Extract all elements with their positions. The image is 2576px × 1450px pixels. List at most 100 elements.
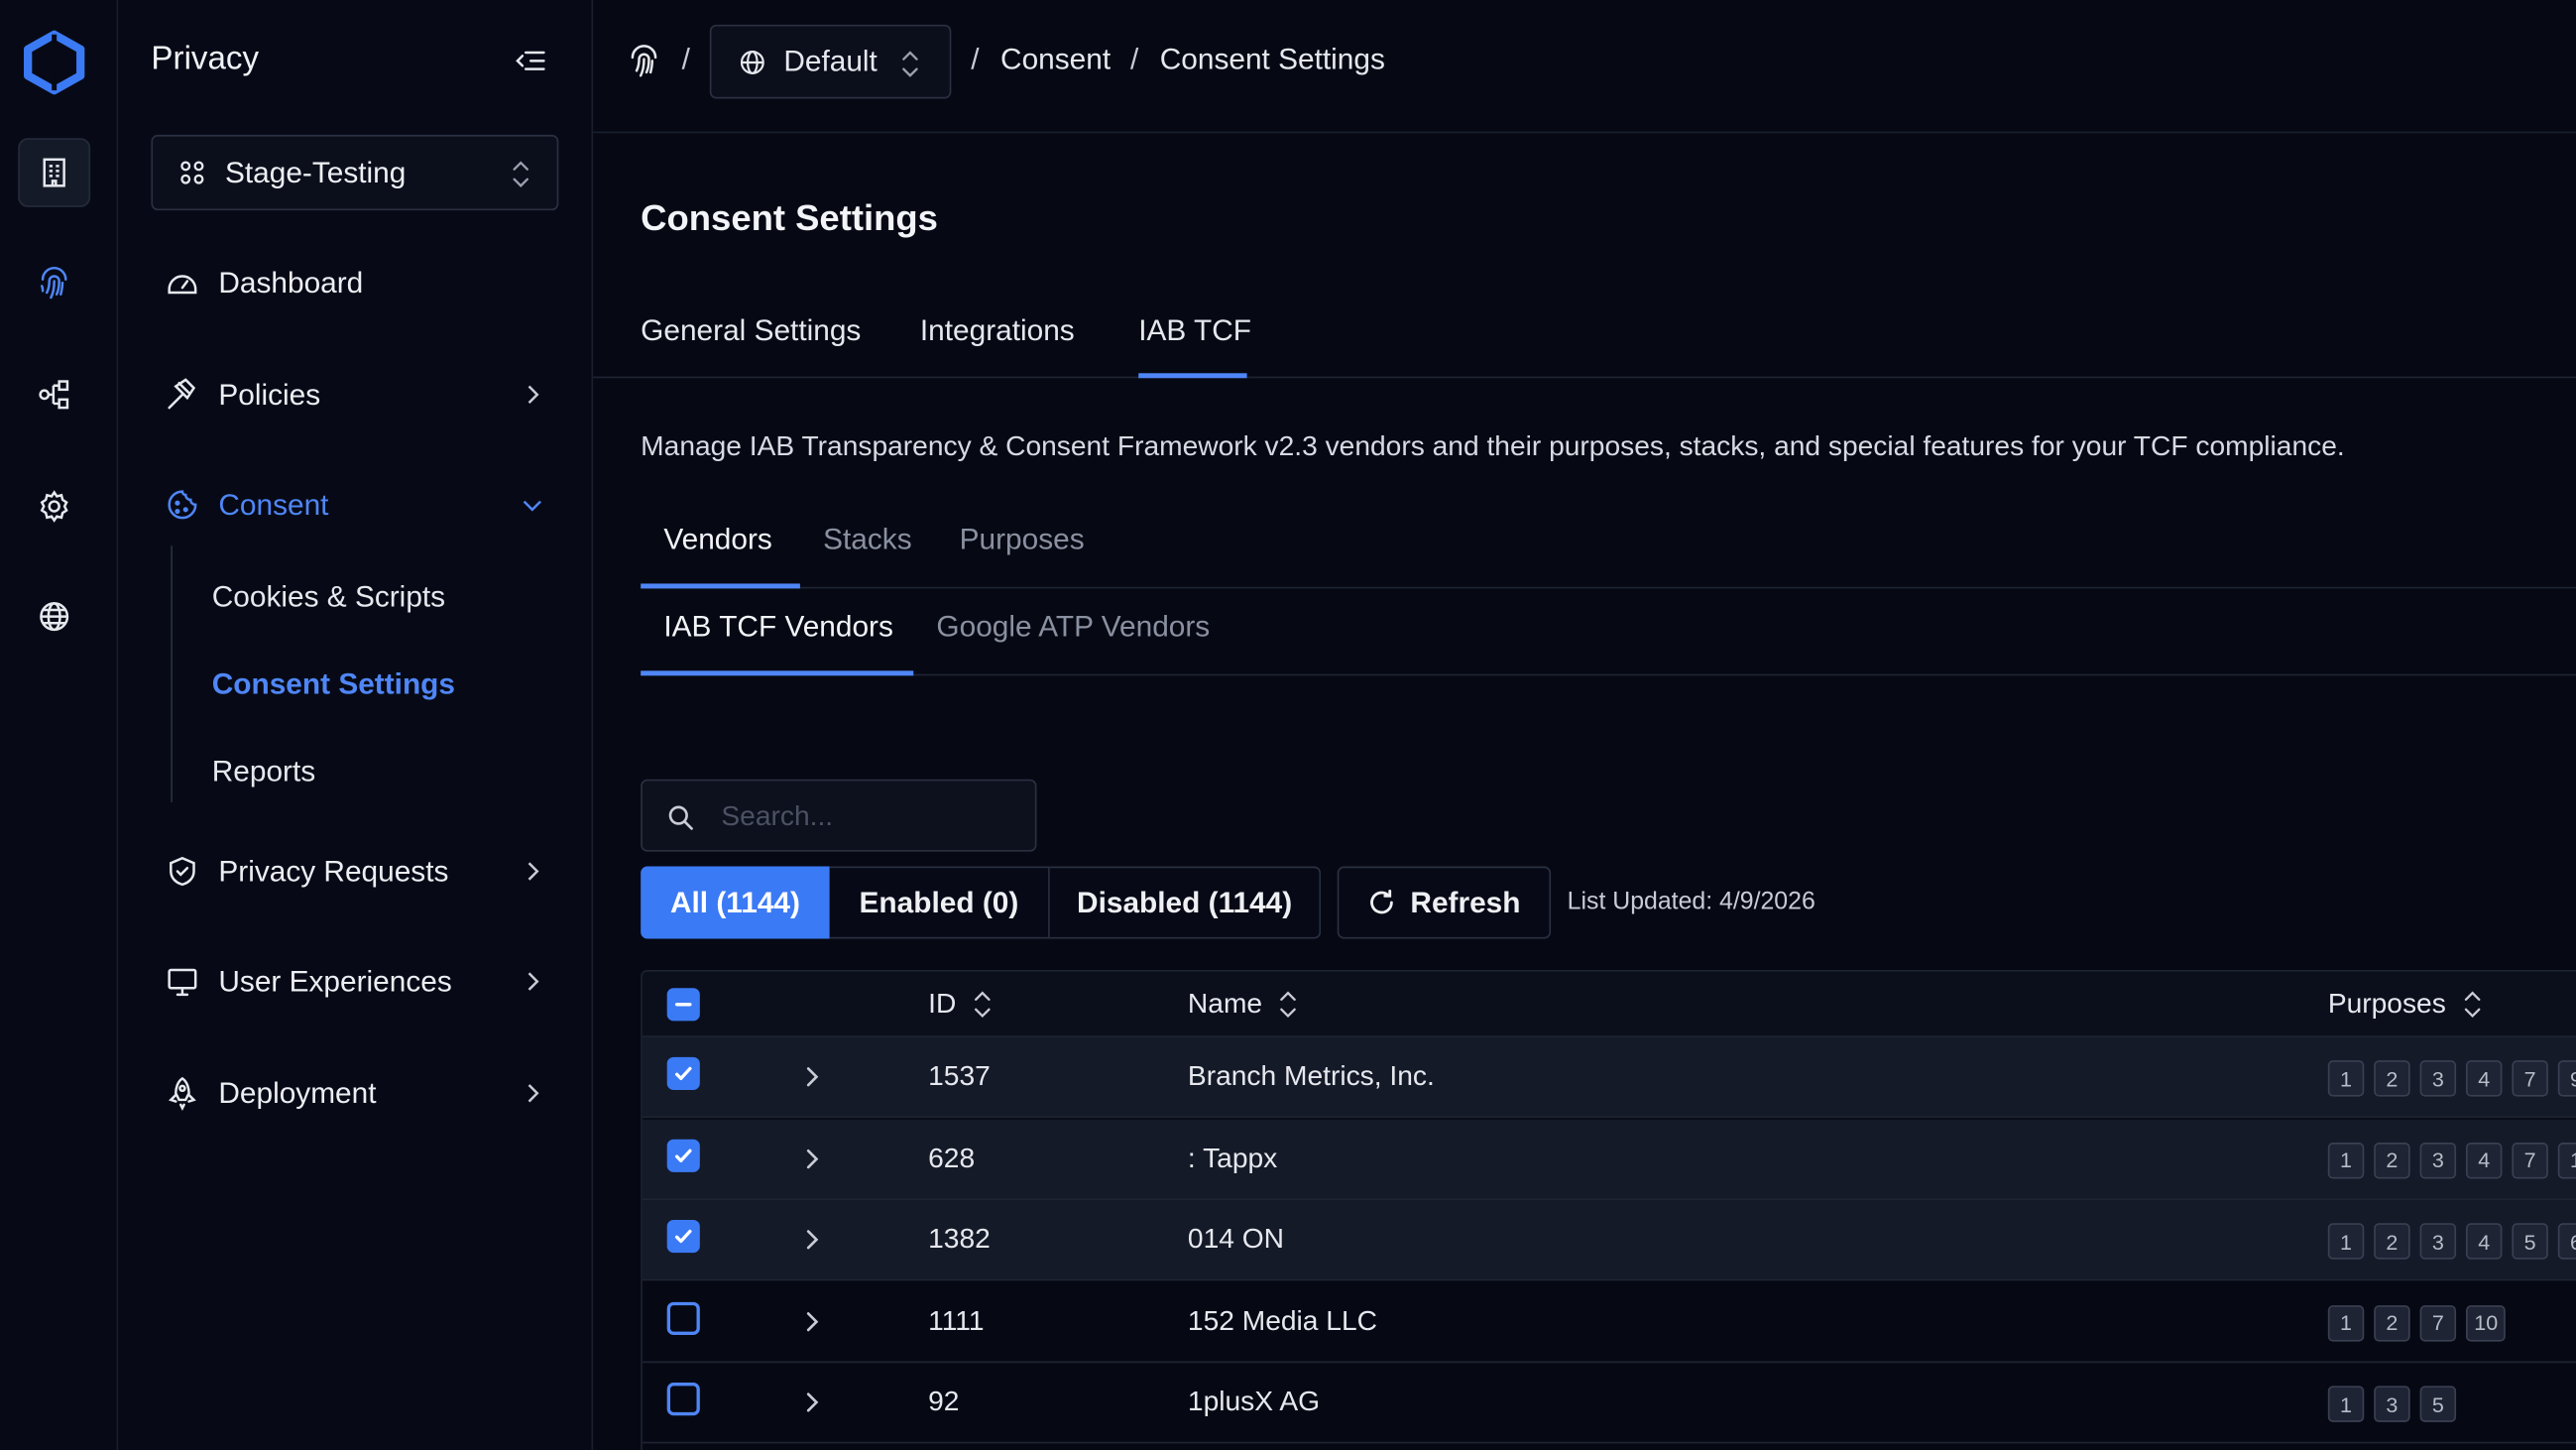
purpose-badges: 123456 bbox=[2327, 1223, 2576, 1260]
nav-privacy-requests[interactable]: Privacy Requests bbox=[165, 847, 545, 897]
purpose-badge: 7 bbox=[2512, 1060, 2548, 1097]
tab-stacks[interactable]: Stacks bbox=[823, 523, 912, 557]
privacy-icon-button[interactable] bbox=[18, 248, 90, 317]
purpose-badges: 1 2 7 10 bbox=[2327, 1304, 2507, 1341]
column-name[interactable]: Name bbox=[1188, 988, 1299, 1021]
expand-row-chevron-icon[interactable] bbox=[800, 1308, 823, 1335]
column-purposes-label: Purposes bbox=[2327, 988, 2446, 1020]
chevron-right-icon bbox=[527, 862, 539, 881]
nav-consent[interactable]: Consent bbox=[165, 480, 545, 530]
cell-id: 1111 bbox=[928, 1304, 985, 1336]
tab-iab-tcf-vendors[interactable]: IAB TCF Vendors bbox=[663, 610, 893, 645]
nav-dashboard[interactable]: Dashboard bbox=[165, 258, 545, 307]
row-checkbox[interactable] bbox=[666, 1138, 700, 1172]
app-logo-icon[interactable] bbox=[18, 30, 90, 95]
table-row[interactable]: 92 1plusX AG 1 3 5 bbox=[642, 1363, 2576, 1444]
purpose-badge: 7 bbox=[2419, 1304, 2457, 1341]
table-row[interactable]: 1111 152 Media LLC 1 2 7 10 bbox=[642, 1281, 2576, 1363]
breadcrumb-separator: / bbox=[971, 43, 980, 76]
row-checkbox[interactable] bbox=[666, 1056, 700, 1090]
sort-icon bbox=[2464, 991, 2481, 1019]
tab-google-atp-vendors[interactable]: Google ATP Vendors bbox=[936, 610, 1210, 645]
table-row[interactable]: 1382 014 ON 123456 bbox=[642, 1200, 2576, 1281]
cell-name: 152 Media LLC bbox=[1187, 1304, 1377, 1336]
environment-label: Default bbox=[783, 44, 878, 77]
chevron-down-icon bbox=[523, 500, 541, 512]
filter-enabled-button[interactable]: Enabled (0) bbox=[829, 866, 1050, 939]
tab-vendors[interactable]: Vendors bbox=[663, 523, 771, 557]
nav-dashboard-label: Dashboard bbox=[218, 265, 364, 299]
settings-tabs: General Settings Integrations IAB TCF bbox=[593, 300, 2576, 379]
purpose-badge: 2 bbox=[2374, 1142, 2410, 1178]
row-checkbox[interactable] bbox=[666, 1219, 700, 1254]
fingerprint-icon[interactable] bbox=[626, 43, 661, 78]
purpose-badge: 4 bbox=[2465, 1142, 2503, 1178]
nav-reports[interactable]: Reports bbox=[212, 755, 315, 789]
search-input[interactable] bbox=[721, 793, 1017, 841]
active-subtab-indicator bbox=[641, 583, 800, 589]
expand-row-chevron-icon[interactable] bbox=[800, 1146, 823, 1172]
nav-user-experiences[interactable]: User Experiences bbox=[165, 957, 545, 1007]
globe-icon-button[interactable] bbox=[18, 582, 90, 652]
filter-all-button[interactable]: All (1144) bbox=[641, 866, 830, 939]
expand-row-chevron-icon[interactable] bbox=[800, 1390, 823, 1416]
column-purposes[interactable]: Purposes bbox=[2328, 988, 2482, 1021]
check-icon bbox=[674, 1066, 692, 1081]
submenu-line bbox=[171, 545, 173, 802]
sidebar: Privacy Stage-Testing Dashboard Policies bbox=[118, 0, 594, 1450]
nav-consent-settings[interactable]: Consent Settings bbox=[212, 667, 455, 702]
workflow-icon bbox=[39, 380, 69, 410]
purpose-badge: 1 bbox=[2327, 1142, 2365, 1178]
check-icon bbox=[674, 1148, 692, 1162]
purpose-badge: 1 bbox=[2327, 1386, 2365, 1422]
vendors-table: ID Name Purposes 1537 Branch Metrics, Inc… bbox=[641, 969, 2576, 1450]
purpose-badge: 10 bbox=[2465, 1304, 2507, 1341]
select-all-checkbox[interactable] bbox=[666, 988, 700, 1022]
integrations-icon-button[interactable] bbox=[18, 360, 90, 429]
nav-user-experiences-label: User Experiences bbox=[218, 964, 452, 998]
nav-deployment[interactable]: Deployment bbox=[165, 1068, 545, 1118]
expand-row-chevron-icon[interactable] bbox=[800, 1063, 823, 1090]
collapse-sidebar-icon[interactable] bbox=[513, 43, 548, 78]
purpose-badge: 1 bbox=[2327, 1223, 2365, 1260]
row-checkbox[interactable] bbox=[666, 1300, 700, 1335]
chevron-updown-icon bbox=[513, 161, 529, 187]
breadcrumb-separator: / bbox=[681, 43, 690, 76]
purpose-badges: 135 bbox=[2327, 1386, 2457, 1422]
row-checkbox[interactable] bbox=[666, 1383, 700, 1416]
nav-cookies-scripts[interactable]: Cookies & Scripts bbox=[212, 580, 445, 615]
tab-integrations[interactable]: Integrations bbox=[920, 314, 1075, 349]
column-id[interactable]: ID bbox=[928, 988, 993, 1021]
refresh-button[interactable]: Refresh bbox=[1337, 866, 1552, 939]
top-bar: / Default / Consent / Consent Settings bbox=[593, 0, 2576, 134]
breadcrumb-consent[interactable]: Consent bbox=[1000, 43, 1111, 77]
purpose-badge: 3 bbox=[2419, 1223, 2457, 1260]
table-row[interactable]: 628: Tappx123471 bbox=[642, 1118, 2576, 1200]
settings-icon-button[interactable] bbox=[18, 472, 90, 542]
monitor-icon bbox=[168, 968, 197, 997]
shield-check-icon bbox=[170, 856, 195, 887]
sort-icon bbox=[1280, 991, 1297, 1019]
purpose-badge: 7 bbox=[2512, 1142, 2548, 1178]
tab-iab-tcf[interactable]: IAB TCF bbox=[1138, 314, 1251, 349]
workspace-selector[interactable]: Stage-Testing bbox=[151, 134, 559, 211]
nav-privacy-requests-label: Privacy Requests bbox=[218, 854, 449, 888]
nav-policies[interactable]: Policies bbox=[165, 370, 545, 420]
cell-name: 1plusX AG bbox=[1187, 1386, 1321, 1417]
tab-general-settings[interactable]: General Settings bbox=[641, 314, 861, 349]
purpose-badge: 2 bbox=[2374, 1304, 2410, 1341]
status-filter: All (1144) Enabled (0) Disabled (1144) bbox=[641, 866, 1322, 939]
sort-icon bbox=[975, 991, 991, 1019]
vendor-type-tabs: IAB TCF Vendors Google ATP Vendors bbox=[641, 590, 2576, 676]
table-row[interactable]: 1537 Branch Metrics, Inc. 123479 bbox=[642, 1036, 2576, 1119]
filter-disabled-button[interactable]: Disabled (1144) bbox=[1049, 866, 1322, 939]
chevron-right-icon bbox=[527, 972, 539, 991]
check-icon bbox=[674, 1229, 692, 1244]
tab-purposes[interactable]: Purposes bbox=[960, 523, 1085, 557]
organization-icon-button[interactable] bbox=[18, 138, 91, 207]
expand-row-chevron-icon[interactable] bbox=[800, 1227, 823, 1254]
gauge-icon bbox=[168, 275, 197, 295]
workspace-label: Stage-Testing bbox=[224, 155, 407, 188]
environment-selector[interactable]: Default bbox=[709, 24, 952, 99]
purpose-badge: 3 bbox=[2374, 1386, 2410, 1422]
